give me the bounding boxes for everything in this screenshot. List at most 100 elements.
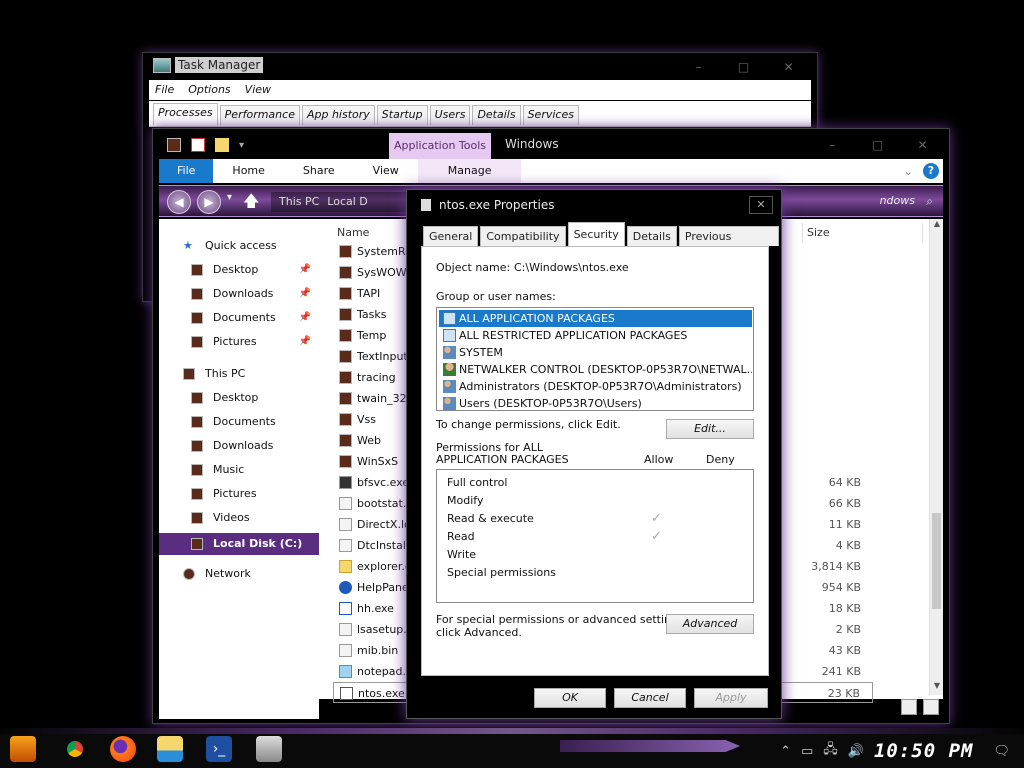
properties-icon[interactable] <box>191 138 205 152</box>
nav-item[interactable]: Music <box>159 459 319 481</box>
dialog-titlebar[interactable]: ntos.exe Properties <box>421 198 554 212</box>
task-manager-taskbar-icon[interactable] <box>256 736 282 762</box>
nav-item[interactable]: Downloads 📌 <box>159 283 319 305</box>
user-list-item[interactable]: NETWALKER CONTROL (DESKTOP-0P53R7O\NETWA… <box>439 361 752 378</box>
chrome-icon[interactable] <box>62 736 88 762</box>
group-user-list[interactable]: ALL APPLICATION PACKAGES ALL RESTRICTED A… <box>436 307 754 411</box>
user-list-item[interactable]: ALL APPLICATION PACKAGES <box>439 310 752 327</box>
nav-item[interactable]: Downloads <box>159 435 319 457</box>
dialog-close-button[interactable]: ✕ <box>749 196 773 214</box>
vertical-scrollbar[interactable]: ▲ ▼ <box>929 219 943 695</box>
tab-processes[interactable]: Processes <box>153 103 218 125</box>
network-icon[interactable]: 🖧 <box>823 740 838 762</box>
nav-item[interactable]: Network <box>159 563 319 585</box>
nav-item[interactable]: Desktop <box>159 387 319 409</box>
user-list-item[interactable]: ALL RESTRICTED APPLICATION PACKAGES <box>439 327 752 344</box>
expand-ribbon-icon[interactable]: ⌄ <box>904 165 913 178</box>
breadcrumb-local-disk[interactable]: Local D <box>327 192 367 212</box>
new-folder-icon[interactable] <box>215 138 229 152</box>
scrollbar-thumb[interactable] <box>932 513 941 609</box>
tab-compatibility[interactable]: Compatibility <box>480 226 566 246</box>
scroll-down-arrow-icon[interactable]: ▼ <box>930 681 944 695</box>
large-icons-view-icon[interactable] <box>923 699 939 715</box>
permission-row: Modify <box>447 492 747 510</box>
menu-view[interactable]: View <box>245 80 271 100</box>
nav-item[interactable]: Documents <box>159 411 319 433</box>
explorer-close-button[interactable]: ✕ <box>900 135 945 155</box>
ribbon-tab-home[interactable]: Home <box>213 159 283 183</box>
back-button[interactable]: ◀ <box>167 190 191 214</box>
user-list-label: NETWALKER CONTROL (DESKTOP-0P53R7O\NETWA… <box>459 363 752 376</box>
help-icon[interactable]: ? <box>923 163 939 179</box>
advanced-button[interactable]: Advanced <box>666 614 754 634</box>
tab-previous-versions[interactable]: Previous Versions <box>678 226 779 262</box>
recent-locations-icon[interactable]: ▾ <box>227 192 232 203</box>
menu-file[interactable]: File <box>155 80 174 100</box>
ribbon-tab-manage[interactable]: Manage <box>417 159 522 183</box>
nav-item[interactable]: ★ Quick access <box>159 235 319 257</box>
search-icon[interactable]: ⌕ <box>926 194 933 209</box>
ribbon-tab-view[interactable]: View <box>354 159 418 183</box>
breadcrumb[interactable]: This PC Local D <box>271 192 407 212</box>
task-manager-titlebar[interactable]: Task Manager – □ ✕ <box>143 53 817 79</box>
powershell-icon[interactable]: ›_ <box>206 736 232 762</box>
ok-button[interactable]: OK <box>534 688 606 708</box>
nav-item-label: Desktop <box>213 391 259 404</box>
nav-item[interactable]: Pictures 📌 <box>159 331 319 353</box>
tab-details[interactable]: Details <box>472 105 521 125</box>
notifications-icon[interactable]: 🗨 <box>993 744 1010 759</box>
tab-startup[interactable]: Startup <box>376 105 428 125</box>
ribbon-tab-file[interactable]: File <box>159 159 214 183</box>
tab-general[interactable]: General <box>423 226 479 246</box>
nav-item-label: Videos <box>213 511 250 524</box>
apply-button[interactable]: Apply <box>694 688 768 708</box>
breadcrumb-this-pc[interactable]: This PC <box>279 192 319 212</box>
nav-item[interactable]: Videos <box>159 507 319 529</box>
tab-security[interactable]: Security <box>567 222 625 246</box>
tablet-icon[interactable]: ▭ <box>801 744 813 759</box>
permission-name: Read & execute <box>447 512 534 525</box>
column-header-size[interactable]: Size <box>803 223 923 243</box>
application-tools-context-tab[interactable]: Application Tools <box>389 133 491 159</box>
user-list-item[interactable]: Users (DESKTOP-0P53R7O\Users) <box>439 395 752 412</box>
nav-item[interactable]: Local Disk (C:) <box>159 533 319 555</box>
folder-icon <box>191 464 203 476</box>
firefox-icon[interactable] <box>110 736 136 762</box>
cancel-button[interactable]: Cancel <box>614 688 686 708</box>
nav-item[interactable]: Documents 📌 <box>159 307 319 329</box>
menu-options[interactable]: Options <box>188 80 230 100</box>
tab-users[interactable]: Users <box>429 105 471 125</box>
explorer-minimize-button[interactable]: – <box>810 135 855 155</box>
tab-app-history[interactable]: App history <box>301 105 375 125</box>
customize-qat-icon[interactable]: ▾ <box>239 140 244 151</box>
forward-button[interactable]: ▶ <box>197 190 221 214</box>
edit-button[interactable]: Edit... <box>666 419 754 439</box>
user-list-item[interactable]: SYSTEM <box>439 344 752 361</box>
file-size: 4 KB <box>835 539 861 552</box>
user-list-item[interactable]: Administrators (DESKTOP-0P53R7O\Administ… <box>439 378 752 395</box>
volume-icon[interactable]: 🔊 <box>848 744 864 759</box>
package-icon <box>443 329 456 342</box>
nav-item[interactable]: This PC <box>159 363 319 385</box>
tab-performance[interactable]: Performance <box>219 105 300 125</box>
show-hidden-icons-icon[interactable]: ⌃ <box>780 744 791 759</box>
scroll-up-arrow-icon[interactable]: ▲ <box>930 219 944 233</box>
clock[interactable]: 10:50 PM <box>874 740 974 762</box>
nav-item[interactable]: Pictures <box>159 483 319 505</box>
nav-item[interactable]: Desktop 📌 <box>159 259 319 281</box>
file-size: 23 KB <box>827 687 860 700</box>
close-button[interactable]: ✕ <box>766 57 811 77</box>
start-button-icon[interactable] <box>10 736 36 762</box>
tab-services[interactable]: Services <box>522 105 579 125</box>
up-arrow-icon[interactable]: 🡅 <box>243 190 259 217</box>
minimize-button[interactable]: – <box>676 57 721 77</box>
explorer-maximize-button[interactable]: □ <box>855 135 900 155</box>
file-name: Tasks <box>357 308 387 321</box>
tab-details[interactable]: Details <box>626 226 677 246</box>
folder-icon <box>191 488 203 500</box>
maximize-button[interactable]: □ <box>721 57 766 77</box>
file-explorer-icon[interactable] <box>157 736 183 762</box>
ribbon-tab-share[interactable]: Share <box>284 159 354 183</box>
search-input[interactable]: ndows <box>880 194 915 207</box>
details-view-icon[interactable] <box>901 699 917 715</box>
